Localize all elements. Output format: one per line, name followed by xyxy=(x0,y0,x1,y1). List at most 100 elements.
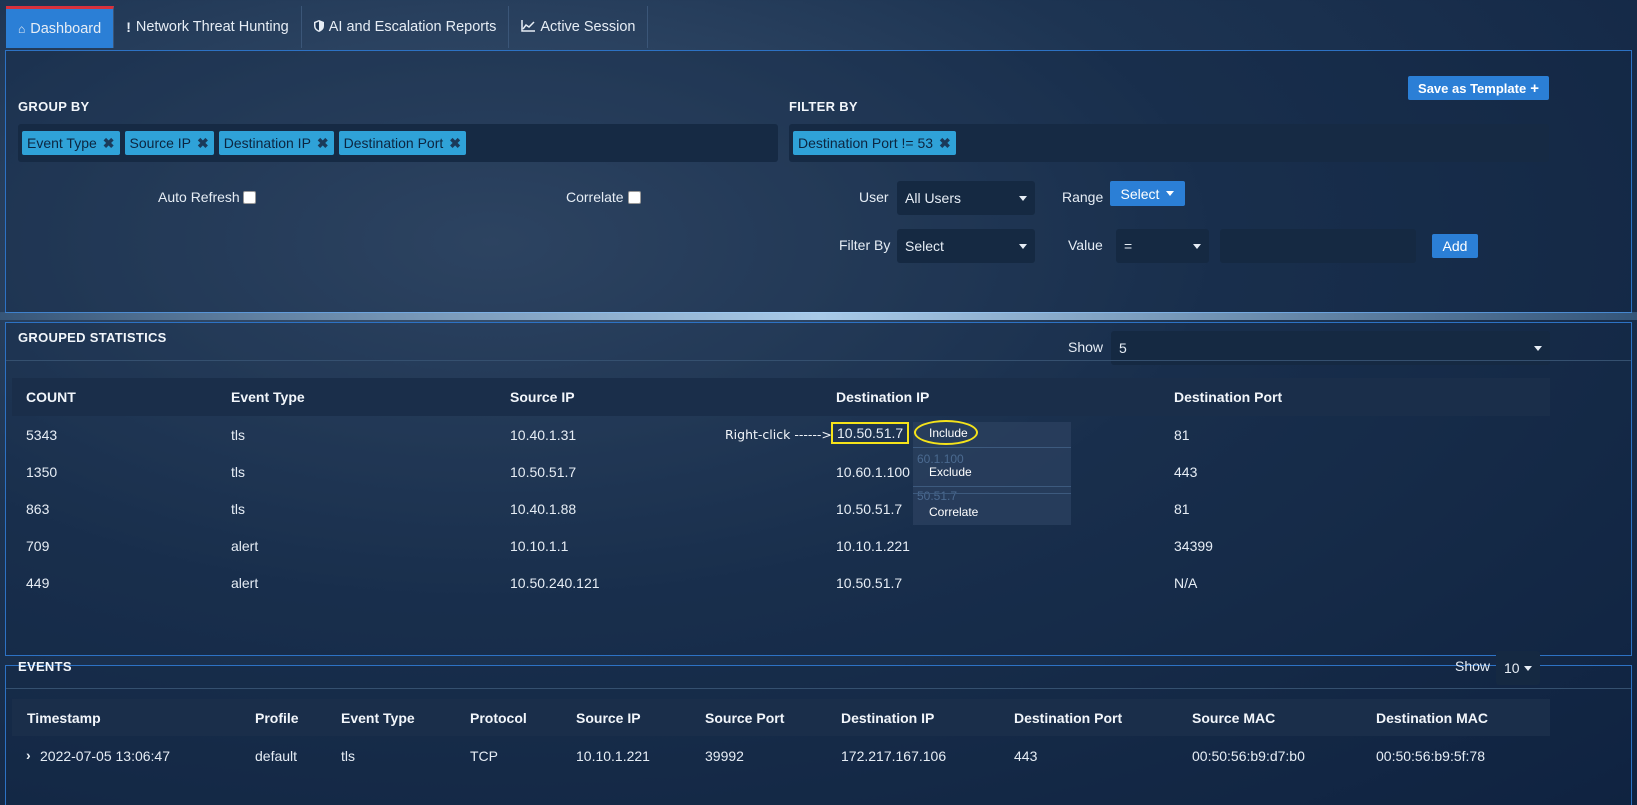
grouped-show-value: 5 xyxy=(1119,340,1127,356)
home-icon: ⌂ xyxy=(18,21,26,36)
group-tag: Source IP ✖ xyxy=(124,131,214,155)
tab-dashboard[interactable]: ⌂ Dashboard xyxy=(6,6,115,48)
value-operator: = xyxy=(1124,238,1133,254)
tag-label: Destination Port != 53 xyxy=(798,135,934,151)
cell-event-type: alert xyxy=(231,538,259,554)
auto-refresh-checkbox[interactable] xyxy=(243,191,256,204)
user-select[interactable]: All Users xyxy=(897,181,1035,215)
column-header[interactable]: Destination Port xyxy=(1174,389,1282,405)
divider xyxy=(6,688,1631,689)
column-header[interactable]: Timestamp xyxy=(27,710,101,726)
column-header[interactable]: Source Port xyxy=(705,710,784,726)
column-header[interactable]: Protocol xyxy=(470,710,527,726)
tab-network-threat-hunting[interactable]: ! Network Threat Hunting xyxy=(114,6,302,48)
tag-label: Destination IP xyxy=(223,135,311,151)
tab-label: Network Threat Hunting xyxy=(135,19,289,35)
column-header[interactable]: Source IP xyxy=(510,389,575,405)
cell-destination-port[interactable]: 81 xyxy=(1174,501,1190,517)
remove-tag-icon[interactable]: ✖ xyxy=(939,135,951,152)
cell-source-ip[interactable]: 10.50.51.7 xyxy=(510,464,576,480)
filter-by-select[interactable]: Select xyxy=(897,229,1035,263)
value-operator-select[interactable]: = xyxy=(1116,229,1209,263)
chevron-down-icon xyxy=(1534,346,1542,351)
events-show-value: 10 xyxy=(1504,660,1520,676)
column-header[interactable]: Event Type xyxy=(341,710,415,726)
chevron-down-icon xyxy=(1193,244,1201,249)
column-header[interactable]: Destination IP xyxy=(836,389,929,405)
panel-divider-glow xyxy=(0,312,1637,320)
cell-count: 5343 xyxy=(26,427,58,443)
remove-tag-icon[interactable]: ✖ xyxy=(103,135,115,152)
expand-chevron-icon[interactable]: › xyxy=(26,747,31,763)
range-select-label: Select xyxy=(1120,185,1160,202)
add-label: Add xyxy=(1442,238,1468,254)
include-highlight-ellipse xyxy=(914,420,978,445)
cell-destination-ip[interactable]: 10.50.51.7 xyxy=(836,575,902,591)
ghost-text: 60.1.100 xyxy=(917,452,964,466)
cell-destination-ip: 172.217.167.106 xyxy=(841,748,947,764)
shield-icon xyxy=(313,19,324,35)
cell-source-ip[interactable]: 10.50.240.121 xyxy=(510,575,600,591)
add-filter-button[interactable]: Add xyxy=(1432,234,1478,258)
chevron-down-icon xyxy=(1166,191,1175,196)
filter-tag: Destination Port != 53 ✖ xyxy=(793,131,956,155)
cell-destination-ip[interactable]: 10.60.1.100 xyxy=(836,464,910,480)
user-label: User xyxy=(859,189,889,205)
cell-destination-port[interactable]: 443 xyxy=(1174,464,1197,480)
cell-source-port: 39992 xyxy=(705,748,744,764)
cell-source-mac: 00:50:56:b9:d7:b0 xyxy=(1192,748,1305,764)
value-input[interactable] xyxy=(1220,229,1416,263)
context-menu-item-correlate[interactable]: Correlate xyxy=(929,505,978,519)
range-select-button[interactable]: Select xyxy=(1110,181,1185,206)
grouped-table-header: COUNT Event Type Source IP Destination I… xyxy=(12,378,1550,416)
group-by-label: GROUP BY xyxy=(18,99,90,114)
cell-source-ip[interactable]: 10.10.1.1 xyxy=(510,538,568,554)
filter-by-input[interactable]: Destination Port != 53 ✖ xyxy=(789,124,1549,162)
filter-by-select-value: Select xyxy=(905,238,944,254)
tag-label: Destination Port xyxy=(343,135,444,151)
remove-tag-icon[interactable]: ✖ xyxy=(449,135,461,152)
column-header[interactable]: Source MAC xyxy=(1192,710,1275,726)
events-show-select[interactable]: 10 xyxy=(1496,651,1540,685)
range-label: Range xyxy=(1062,189,1104,205)
context-menu-item-exclude[interactable]: Exclude xyxy=(929,465,972,479)
cell-destination-port[interactable]: 34399 xyxy=(1174,538,1213,554)
correlate-checkbox[interactable] xyxy=(628,191,641,204)
cell-count: 709 xyxy=(26,538,50,554)
cell-timestamp: 2022-07-05 13:06:47 xyxy=(40,748,170,764)
column-header[interactable]: Event Type xyxy=(231,389,305,405)
column-header[interactable]: Destination IP xyxy=(841,710,934,726)
column-header[interactable]: Destination Port xyxy=(1014,710,1122,726)
save-as-template-button[interactable]: Save as Template + xyxy=(1408,76,1549,100)
cell-destination-port[interactable]: 81 xyxy=(1174,427,1190,443)
cell-source-ip[interactable]: 10.40.1.88 xyxy=(510,501,576,517)
right-click-annotation: Right-click ------> xyxy=(725,427,832,442)
cell-count: 1350 xyxy=(26,464,58,480)
cell-destination-port[interactable]: N/A xyxy=(1174,575,1197,591)
cell-destination-ip[interactable]: 10.10.1.221 xyxy=(836,538,910,554)
plus-icon: + xyxy=(1530,79,1539,97)
correlate-label: Correlate xyxy=(566,189,624,205)
exclamation-icon: ! xyxy=(126,19,131,35)
remove-tag-icon[interactable]: ✖ xyxy=(197,135,209,152)
cell-count: 863 xyxy=(26,501,50,517)
highlighted-destination-ip-cell[interactable]: 10.50.51.7 xyxy=(831,422,910,444)
remove-tag-icon[interactable]: ✖ xyxy=(317,135,329,152)
group-by-input[interactable]: Event Type ✖ Source IP ✖ Destination IP ✖ D… xyxy=(18,124,778,162)
column-header[interactable]: Source IP xyxy=(576,710,641,726)
tab-active-session[interactable]: Active Session xyxy=(509,6,649,48)
tab-label: Active Session xyxy=(540,19,636,35)
column-header[interactable]: Profile xyxy=(255,710,299,726)
column-header[interactable]: Destination MAC xyxy=(1376,710,1488,726)
menu-separator xyxy=(913,447,1071,448)
cell-destination-ip[interactable]: 10.50.51.7 xyxy=(836,501,902,517)
cell-source-ip[interactable]: 10.40.1.31 xyxy=(510,427,576,443)
column-header[interactable]: COUNT xyxy=(26,389,76,405)
table-row[interactable]: › 2022-07-05 13:06:47 default tls TCP 10… xyxy=(26,746,1546,766)
cell-source-ip: 10.10.1.221 xyxy=(576,748,650,764)
tab-label: Dashboard xyxy=(30,20,102,37)
save-as-template-label: Save as Template xyxy=(1418,80,1527,96)
tab-ai-escalation-reports[interactable]: AI and Escalation Reports xyxy=(302,6,510,48)
divider xyxy=(6,360,1631,361)
main-tabs: ⌂ Dashboard ! Network Threat Hunting AI … xyxy=(6,6,649,48)
